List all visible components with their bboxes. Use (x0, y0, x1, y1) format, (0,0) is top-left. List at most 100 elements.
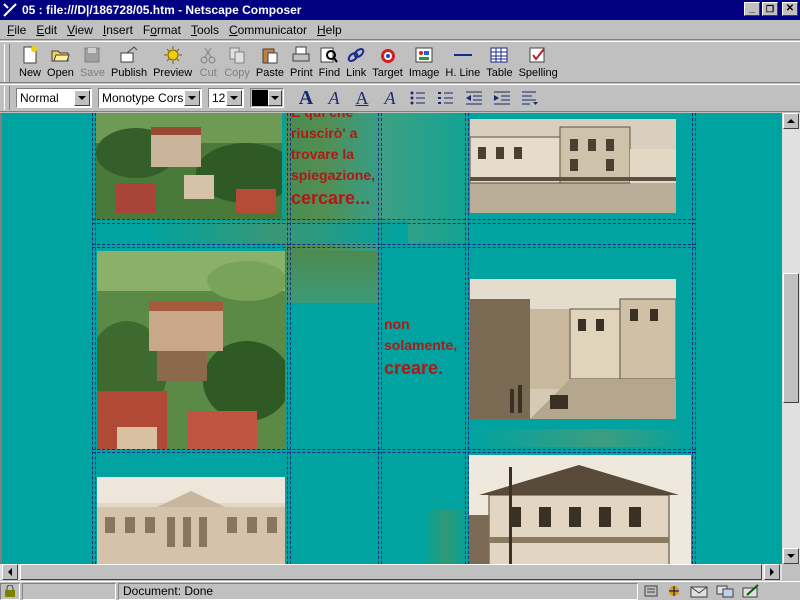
discussions-icon[interactable] (716, 584, 734, 598)
chevron-down-icon[interactable] (226, 90, 242, 106)
font-italic-icon: A (328, 87, 340, 108)
aerial-town-photo[interactable] (96, 113, 282, 219)
minimize-button[interactable]: _ (744, 2, 760, 16)
spelling-icon (528, 45, 548, 65)
menu-item-text: ommunicator (237, 22, 307, 37)
title-bar[interactable]: 05 : file:///D|/186728/05.htm - Netscape… (0, 0, 800, 20)
menu-item-text: rmat (156, 22, 181, 37)
bullet-list-button[interactable] (406, 87, 430, 109)
underline-a-button[interactable]: A (350, 87, 374, 109)
target-button[interactable]: Target (369, 42, 406, 82)
arrow-down-icon (787, 554, 795, 558)
menu-item-mnemonic: C (228, 22, 238, 37)
bigger-font-button[interactable]: A (294, 87, 318, 109)
preview-button[interactable]: Preview (150, 42, 195, 82)
vertical-scroll-thumb[interactable] (783, 273, 799, 403)
caption-text-2[interactable]: non solamente, creare. (384, 314, 474, 379)
chevron-down-icon[interactable] (184, 90, 200, 106)
composer-icon[interactable] (742, 584, 760, 598)
text-color-swatch (252, 90, 268, 106)
link-button[interactable]: Link (343, 42, 369, 82)
menu-item-mnemonic: V (67, 22, 75, 37)
open-button[interactable]: Open (44, 42, 77, 82)
chevron-down-icon[interactable] (74, 90, 90, 106)
caption-text-1[interactable]: E qui che riuscirò' a trovare la spiegaz… (291, 113, 391, 209)
caption-emphasis: creare. (384, 358, 444, 378)
italic-a-button[interactable]: A (322, 87, 346, 109)
clear-styles-button[interactable]: A (378, 87, 402, 109)
font-size-select[interactable]: 12 (208, 88, 244, 108)
find-button[interactable]: Find (316, 42, 343, 82)
caption-line: riuscirò' a (291, 125, 358, 141)
scroll-left-button[interactable] (2, 564, 18, 580)
menu-item[interactable]: Format (138, 23, 186, 37)
toolbar-button-label: Table (486, 67, 513, 79)
scroll-up-button[interactable] (783, 113, 799, 129)
arrow-right-icon (770, 568, 774, 576)
toolbar-button-label: Spelling (518, 67, 558, 79)
component-bar-icon[interactable] (644, 584, 658, 598)
horizontal-scroll-thumb[interactable] (20, 564, 762, 580)
font-face-select[interactable]: Monotype Corsiva (98, 88, 202, 108)
green-smear (422, 509, 470, 564)
font-size-value: 12 (212, 91, 226, 105)
table-icon (489, 45, 509, 65)
sepia-street-photo-2[interactable] (470, 279, 676, 419)
menu-item[interactable]: Edit (31, 23, 62, 37)
menu-item[interactable]: Insert (98, 23, 138, 37)
numbered-list-button[interactable] (434, 87, 458, 109)
copy-button[interactable]: Copy (221, 42, 253, 82)
paste-icon (260, 45, 280, 65)
menu-item[interactable]: Help (312, 23, 347, 37)
maximize-button[interactable]: ❐ (762, 2, 778, 16)
toolbar-button-label: Paste (255, 67, 285, 79)
horizontal-line-icon (453, 45, 473, 65)
aerial-castle-photo[interactable] (97, 251, 285, 449)
vertical-scrollbar[interactable] (782, 113, 800, 564)
cut-button[interactable]: Cut (195, 42, 221, 82)
publish-button[interactable]: Publish (108, 42, 150, 82)
table-button[interactable]: Table (483, 42, 515, 82)
mail-icon[interactable] (690, 584, 708, 598)
image-button[interactable]: Image (406, 42, 443, 82)
toolbar-button-label: Target (372, 67, 403, 79)
text-color-picker[interactable] (250, 88, 284, 108)
caption-line: non (384, 316, 410, 332)
close-button[interactable]: ✕ (782, 2, 798, 16)
menu-item[interactable]: Tools (186, 23, 224, 37)
toolbar-grip[interactable] (4, 44, 10, 82)
font-bigger-icon: A (298, 86, 314, 109)
increase-indent-button[interactable] (490, 87, 514, 109)
security-pane[interactable] (0, 582, 20, 600)
new-button[interactable]: New (16, 42, 44, 82)
chevron-down-icon[interactable] (268, 90, 282, 106)
menu-item-mnemonic: o (150, 22, 157, 37)
format-toolbar-grip[interactable] (4, 86, 10, 110)
toolbar-button-label: H. Line (445, 67, 481, 79)
palace-facade-photo[interactable] (97, 477, 285, 564)
save-button[interactable]: Save (77, 42, 108, 82)
scroll-right-button[interactable] (764, 564, 780, 580)
decrease-indent-button[interactable] (462, 87, 486, 109)
outdent-icon (466, 91, 482, 105)
spelling-button[interactable]: Spelling (516, 42, 561, 82)
open-folder-icon (50, 45, 71, 65)
sepia-street-photo[interactable] (470, 119, 676, 213)
menu-item[interactable]: View (62, 23, 98, 37)
netscape-app-icon[interactable] (2, 2, 18, 18)
scissors-icon (198, 45, 218, 65)
menu-item[interactable]: Communicator (224, 23, 312, 37)
h-line-button[interactable]: H. Line (442, 42, 483, 82)
menu-item[interactable]: File (2, 23, 31, 37)
horizontal-scrollbar[interactable] (0, 564, 782, 580)
menu-item-text: ile (14, 22, 27, 37)
navigator-icon[interactable] (666, 584, 682, 598)
station-building-photo[interactable] (469, 455, 691, 564)
scroll-down-button[interactable] (783, 548, 799, 564)
toolbar-button-label: Link (346, 67, 367, 79)
editor-canvas[interactable]: E qui che riuscirò' a trovare la spiegaz… (0, 113, 782, 564)
alignment-button[interactable] (518, 87, 542, 109)
print-button[interactable]: Print (287, 42, 316, 82)
paragraph-style-select[interactable]: Normal (16, 88, 92, 108)
paste-button[interactable]: Paste (253, 42, 287, 82)
